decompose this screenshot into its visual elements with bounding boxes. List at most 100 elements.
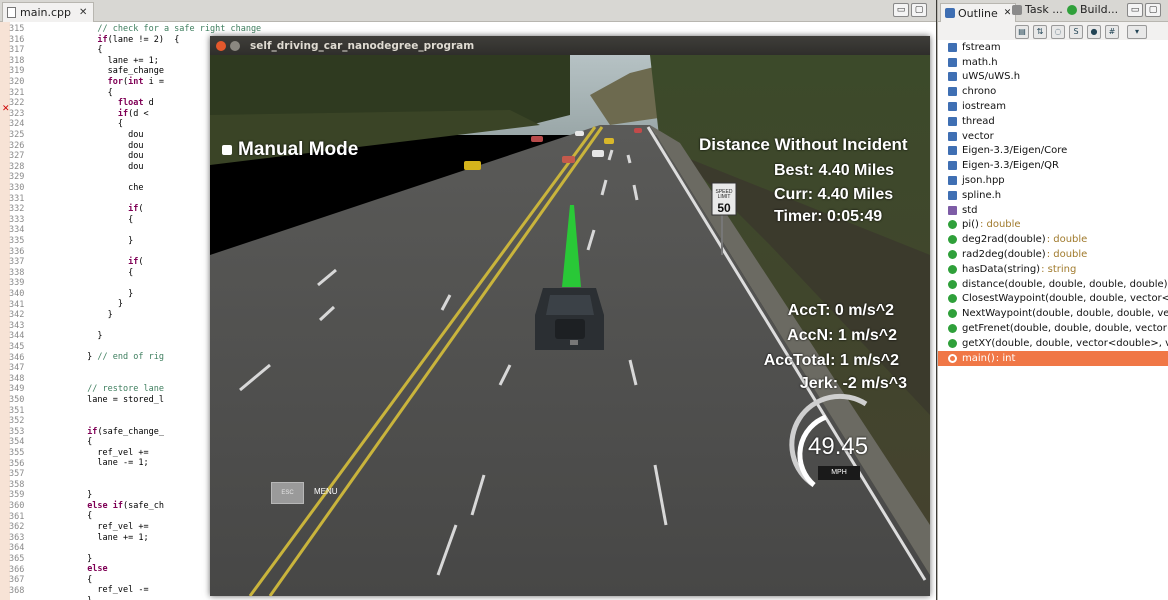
outline-item-type: : double xyxy=(979,219,1021,231)
outline-item[interactable]: Eigen-3.3/Eigen/Core xyxy=(938,144,1168,159)
outline-item-label: ClosestWaypoint(double, double, vector<d… xyxy=(962,293,1168,305)
line-number: 365 xyxy=(9,554,25,564)
jerk: Jerk: -2 m/s^3 xyxy=(799,375,907,392)
outline-tree[interactable]: fstream math.h uWS/uWS.h chrono iostream thre… xyxy=(938,40,1168,600)
line-number: 319 xyxy=(9,66,25,77)
outline-item[interactable]: vector xyxy=(938,129,1168,144)
code-line[interactable]: // check for a safe right change xyxy=(36,22,936,34)
tab-tasks[interactable]: Task ... xyxy=(1012,3,1063,16)
collapse-all-icon[interactable]: ▤ xyxy=(1015,25,1029,39)
line-number: 364 xyxy=(9,543,25,554)
outline-item[interactable]: pi() : double xyxy=(938,218,1168,233)
outline-item[interactable]: main() : int xyxy=(938,350,1168,366)
line-number: 350 xyxy=(9,395,25,405)
maximize-icon[interactable]: ▢ xyxy=(1145,3,1161,17)
line-number: 358 xyxy=(9,479,25,490)
outline-item[interactable]: uWS/uWS.h xyxy=(938,70,1168,85)
view-menu-icon[interactable]: ▾ xyxy=(1127,25,1147,39)
outline-item[interactable]: thread xyxy=(938,114,1168,129)
outline-item-label: uWS/uWS.h xyxy=(962,71,1021,83)
tab-build[interactable]: Build... xyxy=(1067,3,1118,16)
esc-button[interactable]: ESC xyxy=(271,482,304,504)
outline-item[interactable]: deg2rad(double) : double xyxy=(938,232,1168,247)
outline-item[interactable]: distance(double, double, double, double)… xyxy=(938,277,1168,292)
close-icon[interactable]: ✕ xyxy=(1004,8,1012,18)
speed-limit-caption-2: LIMIT xyxy=(718,194,731,200)
function-icon xyxy=(948,235,957,245)
line-number: 321 xyxy=(9,87,25,98)
simulator-window[interactable]: self_driving_car_nanodegree_program SPEE… xyxy=(210,36,930,596)
close-icon[interactable]: ✕ xyxy=(79,7,87,18)
include-icon xyxy=(948,131,957,141)
manual-mode-toggle[interactable]: Manual Mode xyxy=(222,139,358,161)
outline-item[interactable]: ClosestWaypoint(double, double, vector<d… xyxy=(938,292,1168,307)
line-number: 340 xyxy=(9,289,25,299)
editor-window-controls: ▭ ▢ xyxy=(893,3,927,17)
simulator-titlebar[interactable]: self_driving_car_nanodegree_program xyxy=(210,36,930,55)
outline-item[interactable]: math.h xyxy=(938,55,1168,70)
line-number: 335 xyxy=(9,236,25,246)
menu-label: MENU xyxy=(314,487,338,496)
outline-item[interactable]: std xyxy=(938,203,1168,218)
line-number: 330 xyxy=(9,183,25,193)
hide-static-icon[interactable]: S xyxy=(1069,25,1083,39)
outline-item[interactable]: NextWaypoint(double, double, double, vec xyxy=(938,306,1168,321)
cpp-file-icon xyxy=(7,7,16,18)
tab-outline[interactable]: Outline ✕ xyxy=(940,3,1017,22)
outline-item[interactable]: fstream xyxy=(938,40,1168,55)
outline-item[interactable]: Eigen-3.3/Eigen/QR xyxy=(938,158,1168,173)
line-number: 355 xyxy=(9,448,25,458)
speed-readout: 49.45 xyxy=(808,433,869,460)
sort-icon[interactable]: ⇅ xyxy=(1033,25,1047,39)
line-number: 333 xyxy=(9,214,25,225)
line-number: 368 xyxy=(9,585,25,596)
tab-outline-label: Outline xyxy=(958,6,998,20)
outline-item[interactable]: json.hpp xyxy=(938,173,1168,188)
line-number: 362 xyxy=(9,522,25,533)
function-icon xyxy=(948,220,957,230)
outline-item-label: distance(double, double, double, double)… xyxy=(962,278,1168,290)
line-number: 363 xyxy=(9,532,25,543)
outline-item-label: NextWaypoint(double, double, double, vec xyxy=(962,308,1168,320)
timer: Timer: 0:05:49 xyxy=(774,208,883,225)
outline-toolbar: ▤ ⇅ ◌ S ● # ▾ xyxy=(938,22,1168,42)
outline-item-label: std xyxy=(962,204,978,216)
manual-mode-label: Manual Mode xyxy=(238,139,359,160)
simulator-scene: SPEED LIMIT 50 Manual Mode Distance With… xyxy=(210,55,930,596)
outline-item[interactable]: chrono xyxy=(938,84,1168,99)
hide-fields-icon[interactable]: ◌ xyxy=(1051,25,1065,39)
group-includes-icon[interactable]: # xyxy=(1105,25,1119,39)
distance-title: Distance Without Incident xyxy=(699,135,908,154)
line-number: 339 xyxy=(9,278,25,289)
line-number: 326 xyxy=(9,140,25,151)
line-number: 344 xyxy=(9,331,25,342)
outline-item[interactable]: hasData(string) : string xyxy=(938,262,1168,277)
close-window-icon[interactable] xyxy=(216,40,226,51)
task-icon xyxy=(1012,4,1022,15)
function-icon xyxy=(948,338,957,348)
minimize-icon[interactable]: ▭ xyxy=(1127,3,1143,17)
line-number: 346 xyxy=(9,352,25,363)
outline-item[interactable]: rad2deg(double) : double xyxy=(938,247,1168,262)
outline-item-label: math.h xyxy=(962,56,998,68)
build-icon xyxy=(1067,4,1077,15)
tab-main-cpp[interactable]: main.cpp ✕ xyxy=(2,2,95,22)
outline-item-type: : int xyxy=(995,352,1016,364)
outline-item[interactable]: spline.h xyxy=(938,188,1168,203)
outline-item[interactable]: getFrenet(double, double, double, vector… xyxy=(938,321,1168,336)
outline-icon xyxy=(945,8,955,18)
line-number: 361 xyxy=(9,511,25,522)
function-icon xyxy=(948,324,957,334)
outline-item-label: vector xyxy=(962,130,994,142)
hide-nonpublic-icon[interactable]: ● xyxy=(1087,25,1101,39)
manual-mode-checkbox[interactable] xyxy=(222,145,232,155)
minimize-icon[interactable]: ▭ xyxy=(893,3,909,17)
minimize-window-icon[interactable] xyxy=(230,40,240,51)
include-icon xyxy=(948,57,957,67)
outline-item[interactable]: iostream xyxy=(938,99,1168,114)
include-icon xyxy=(948,161,957,171)
maximize-icon[interactable]: ▢ xyxy=(911,3,927,17)
outline-item-type: : double xyxy=(1046,234,1088,246)
outline-item[interactable]: getXY(double, double, vector<double>, ve… xyxy=(938,336,1168,351)
outline-item-label: getFrenet(double, double, double, vector… xyxy=(962,323,1168,335)
